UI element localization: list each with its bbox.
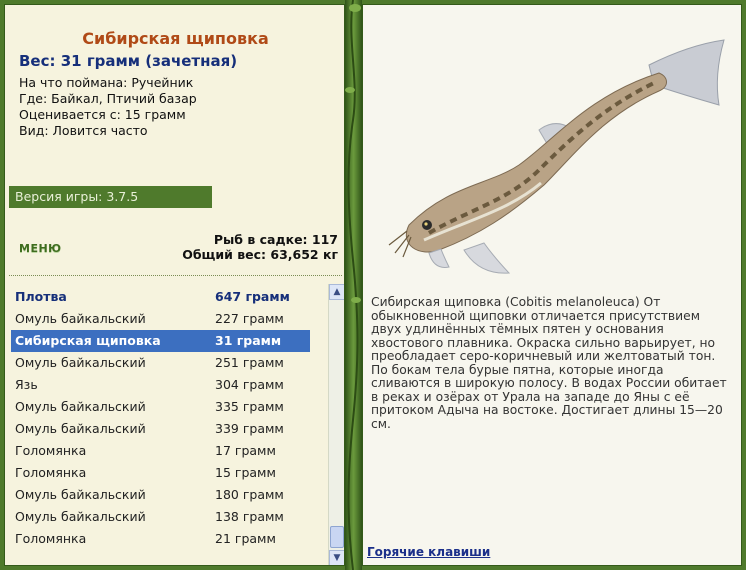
header-fish-weight: 647 грамм [215,289,290,304]
list-item-name: Голомянка [15,465,87,480]
fish-picture [388,39,725,274]
chevron-down-icon[interactable]: ▼ [329,550,344,565]
catch-list[interactable]: Плотва 647 грамм Омуль байкальский 227 г… [9,275,344,565]
list-item[interactable]: Омуль байкальский 180 грамм [11,484,310,506]
list-item-weight: 31 грамм [215,333,282,348]
list-item-name: Язь [15,377,38,392]
list-item-name: Омуль байкальский [15,311,146,326]
list-item-weight: 335 грамм [215,399,284,414]
chevron-up-icon[interactable]: ▲ [329,284,344,300]
scoring-info: Оценивается с: 15 грамм [19,107,186,122]
list-item[interactable]: Омуль байкальский 339 грамм [11,418,310,440]
fish-weight: Вес: 31 грамм (зачетная) [19,52,238,70]
scrollbar-thumb[interactable] [330,526,344,548]
list-header-row[interactable]: Плотва 647 грамм [11,286,310,308]
list-item-name: Омуль байкальский [15,421,146,436]
location-info: Где: Байкал, Птичий базар [19,91,197,106]
list-item-name: Сибирская щиповка [15,333,161,348]
list-item-name: Голомянка [15,531,87,546]
list-item-weight: 21 грамм [215,531,276,546]
list-item-weight: 227 грамм [215,311,284,326]
list-item[interactable]: Голомянка 17 грамм [11,440,310,462]
list-item[interactable]: Язь 304 грамм [11,374,310,396]
fish-title: Сибирская щиповка [82,29,269,48]
list-item-weight: 17 грамм [215,443,276,458]
menu-button[interactable]: МЕНЮ [19,242,62,255]
left-panel: Сибирская щиповка Вес: 31 грамм (зачетна… [4,4,345,566]
list-item-name: Голомянка [15,443,87,458]
header-fish-name: Плотва [15,289,67,304]
list-item-weight: 15 грамм [215,465,276,480]
frequency-info: Вид: Ловится часто [19,123,148,138]
list-item-weight: 339 грамм [215,421,284,436]
list-item[interactable]: Омуль байкальский 227 грамм [11,308,310,330]
list-item-name: Омуль байкальский [15,355,146,370]
list-item[interactable]: Омуль байкальский 251 грамм [11,352,310,374]
list-item-name: Омуль байкальский [15,487,146,502]
list-scrollbar[interactable]: ▲ ▼ [328,284,344,565]
list-item[interactable]: Голомянка 21 грамм [11,528,310,550]
fish-count: Рыб в садке: 117 [213,232,338,247]
fish-description: Сибирская щиповка (Cobitis melanoleuca) … [371,295,727,431]
list-item-weight: 304 грамм [215,377,284,392]
bait-info: На что поймана: Ручейник [19,75,194,90]
list-item[interactable]: Голомянка 15 грамм [11,462,310,484]
list-item-name: Омуль байкальский [15,509,146,524]
list-item-weight: 180 грамм [215,487,284,502]
list-item[interactable]: Омуль байкальский 335 грамм [11,396,310,418]
list-item-name: Омуль байкальский [15,399,146,414]
vine-decoration-icon [345,0,361,570]
version-label: Версия игры: 3.7.5 [9,186,212,208]
list-item-selected[interactable]: Сибирская щиповка 31 грамм [11,330,310,352]
list-item[interactable]: Омуль байкальский 138 грамм [11,506,310,528]
total-weight: Общий вес: 63,652 кг [182,247,338,262]
right-panel: Сибирская щиповка (Cobitis melanoleuca) … [362,4,742,566]
list-item-weight: 138 грамм [215,509,284,524]
hotkeys-link[interactable]: Горячие клавиши [367,545,490,559]
list-item-weight: 251 грамм [215,355,284,370]
